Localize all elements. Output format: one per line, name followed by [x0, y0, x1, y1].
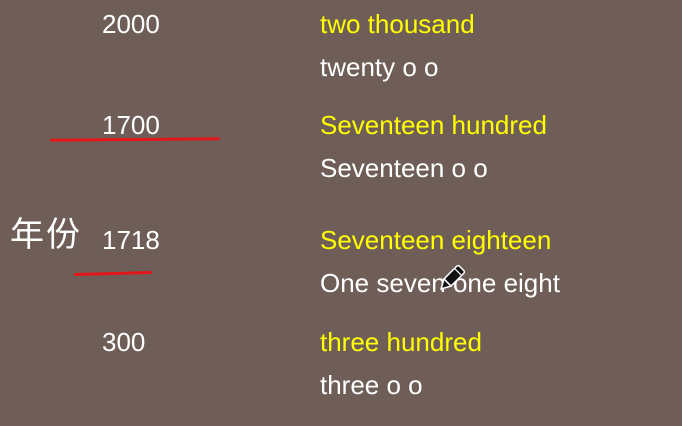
reading-alt-1700: Seventeen o o [320, 153, 488, 183]
number-1718: 1718 [102, 225, 160, 255]
pen-cursor-icon [440, 264, 466, 290]
reading-primary-2000: two thousand [320, 9, 475, 39]
pen-underline-1700 [49, 137, 221, 142]
reading-primary-300: three hundred [320, 327, 482, 357]
reading-alt-300: three o o [320, 370, 423, 400]
slide: 2000 two thousand twenty o o 1700 Sevent… [0, 0, 682, 426]
reading-alt-2000: twenty o o [320, 52, 439, 82]
reading-primary-1718: Seventeen eighteen [320, 225, 552, 255]
number-2000: 2000 [102, 9, 160, 39]
reading-primary-1700: Seventeen hundred [320, 110, 547, 140]
number-1700: 1700 [102, 110, 160, 140]
side-label-year: 年份 [10, 216, 82, 254]
pen-underline-1718 [73, 270, 153, 277]
number-300: 300 [102, 327, 146, 357]
